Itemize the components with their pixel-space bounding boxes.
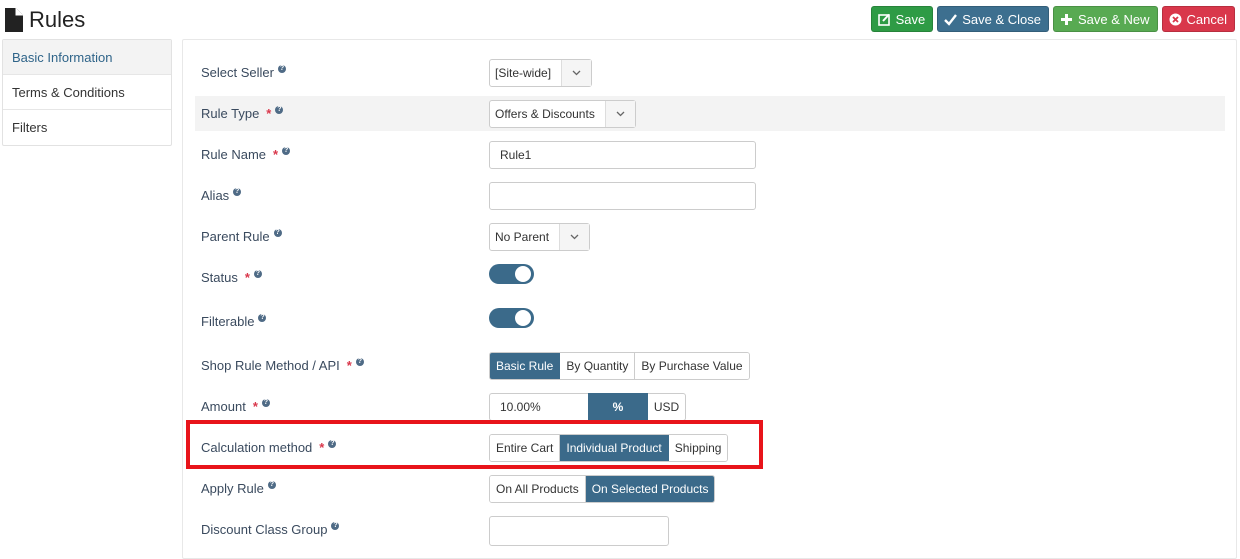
help-icon[interactable]: ? — [253, 269, 262, 278]
apply-rule-row: Apply Rule? On All Products On Selected … — [195, 471, 1225, 506]
alias-input[interactable] — [489, 181, 756, 210]
sidebar-item-label: Filters — [12, 120, 48, 135]
method-selector: Basic Rule By Quantity By Purchase Value — [489, 351, 750, 380]
help-icon[interactable]: ? — [328, 439, 337, 448]
amount-row: Amount *? 10.00% % USD — [195, 389, 1225, 424]
calculation-option-individual-product[interactable]: Individual Product — [560, 434, 669, 461]
discount-class-group-input[interactable] — [489, 516, 669, 546]
cancel-button[interactable]: Cancel — [1161, 6, 1235, 32]
currency-toggle[interactable]: USD — [648, 392, 686, 421]
rule-name-input[interactable]: Rule1 — [489, 140, 756, 169]
chevron-down-icon — [559, 223, 590, 250]
select-seller-label: Select Seller — [201, 65, 274, 80]
edit-icon — [877, 13, 891, 26]
discount-class-group-row: Discount Class Group? — [195, 512, 1225, 547]
required-marker: * — [252, 399, 258, 414]
save-button[interactable]: Save — [870, 6, 934, 32]
help-icon[interactable]: ? — [261, 398, 270, 407]
percent-toggle[interactable]: % — [588, 392, 648, 421]
rule-type-label: Rule Type — [201, 106, 260, 121]
apply-option-all-products[interactable]: On All Products — [490, 475, 586, 502]
check-icon — [944, 13, 958, 26]
save-label: Save — [895, 11, 926, 27]
status-row: Status *? — [195, 260, 1225, 295]
calculation-method-label: Calculation method — [201, 440, 313, 455]
calculation-method-selector: Entire Cart Individual Product Shipping — [489, 433, 729, 462]
required-marker: * — [266, 106, 272, 121]
toggle-knob — [515, 310, 531, 326]
select-seller-row: Select Seller? [Site-wide] — [195, 55, 1225, 90]
toggle-knob — [515, 266, 531, 282]
parent-rule-dropdown[interactable]: No Parent — [489, 222, 591, 251]
help-icon[interactable]: ? — [273, 228, 282, 237]
status-toggle[interactable] — [489, 264, 534, 284]
help-icon[interactable]: ? — [275, 105, 284, 114]
filterable-label: Filterable — [201, 314, 255, 329]
help-icon[interactable]: ? — [282, 146, 291, 155]
sidebar-item-filters[interactable]: Filters — [3, 110, 171, 145]
required-marker: * — [244, 270, 250, 285]
rule-type-value: Offers & Discounts — [495, 106, 595, 121]
parent-rule-label: Parent Rule — [201, 229, 270, 244]
help-icon[interactable]: ? — [258, 313, 267, 322]
document-icon — [5, 8, 23, 32]
filterable-toggle[interactable] — [489, 308, 534, 328]
alias-row: Alias? — [195, 178, 1225, 213]
sidebar-item-label: Terms & Conditions — [12, 84, 125, 100]
required-marker: * — [273, 147, 279, 162]
sidebar-item-terms-conditions[interactable]: Terms & Conditions — [3, 75, 171, 110]
method-label: Shop Rule Method / API — [201, 358, 340, 373]
save-new-label: Save & New — [1077, 11, 1150, 27]
calculation-option-shipping[interactable]: Shipping — [668, 434, 728, 461]
method-row: Shop Rule Method / API *? Basic Rule By Q… — [195, 348, 1225, 383]
apply-rule-label: Apply Rule — [201, 481, 264, 496]
save-close-label: Save & Close — [962, 11, 1041, 27]
parent-rule-row: Parent Rule? No Parent — [195, 219, 1225, 254]
parent-rule-value: No Parent — [495, 229, 550, 244]
discount-class-group-label: Discount Class Group — [201, 522, 328, 537]
amount-group: 10.00% % USD — [489, 392, 686, 421]
rule-type-dropdown[interactable]: Offers & Discounts — [489, 99, 636, 128]
page-header: Rules — [5, 6, 85, 34]
toolbar: Save Save & Close Save & New Cancel — [870, 6, 1235, 32]
amount-input[interactable]: 10.00% — [489, 392, 588, 421]
alias-label: Alias — [201, 188, 230, 203]
help-icon[interactable]: ? — [277, 64, 286, 73]
method-option-by-quantity[interactable]: By Quantity — [560, 352, 636, 379]
help-icon[interactable]: ? — [267, 480, 276, 489]
calculation-option-entire-cart[interactable]: Entire Cart — [490, 434, 561, 461]
help-icon[interactable]: ? — [233, 187, 242, 196]
chevron-down-icon — [604, 100, 635, 127]
select-seller-value: [Site-wide] — [495, 65, 552, 80]
chevron-down-icon — [561, 59, 592, 86]
status-label: Status — [201, 270, 238, 285]
save-new-button[interactable]: Save & New — [1052, 6, 1158, 32]
method-option-by-purchase-value[interactable]: By Purchase Value — [635, 352, 749, 379]
sidebar-item-basic-information[interactable]: Basic Information — [3, 40, 171, 75]
apply-option-selected-products[interactable]: On Selected Products — [585, 475, 715, 502]
filterable-row: Filterable? — [195, 304, 1225, 339]
rule-form: Select Seller? [Site-wide] Rule Type *? O… — [182, 39, 1237, 559]
required-marker: * — [346, 358, 352, 373]
amount-label: Amount — [201, 399, 246, 414]
sidebar-item-label: Basic Information — [12, 49, 113, 65]
close-circle-icon — [1169, 13, 1182, 26]
calculation-method-row: Calculation method *? Entire Cart Individ… — [195, 430, 1225, 465]
method-option-basic-rule[interactable]: Basic Rule — [490, 352, 561, 379]
plus-icon — [1060, 13, 1073, 26]
rule-type-row: Rule Type *? Offers & Discounts — [195, 96, 1225, 131]
sidebar: Basic Information Terms & Conditions Fil… — [2, 39, 172, 146]
select-seller-dropdown[interactable]: [Site-wide] — [489, 58, 593, 87]
rule-name-label: Rule Name — [201, 147, 267, 162]
page-title: Rules — [29, 7, 86, 32]
required-marker: * — [319, 440, 325, 455]
save-close-button[interactable]: Save & Close — [937, 6, 1049, 32]
apply-rule-selector: On All Products On Selected Products — [489, 474, 716, 503]
help-icon[interactable]: ? — [331, 521, 340, 530]
cancel-label: Cancel — [1186, 11, 1227, 27]
help-icon[interactable]: ? — [355, 357, 364, 366]
rule-name-row: Rule Name *? Rule1 — [195, 137, 1225, 172]
